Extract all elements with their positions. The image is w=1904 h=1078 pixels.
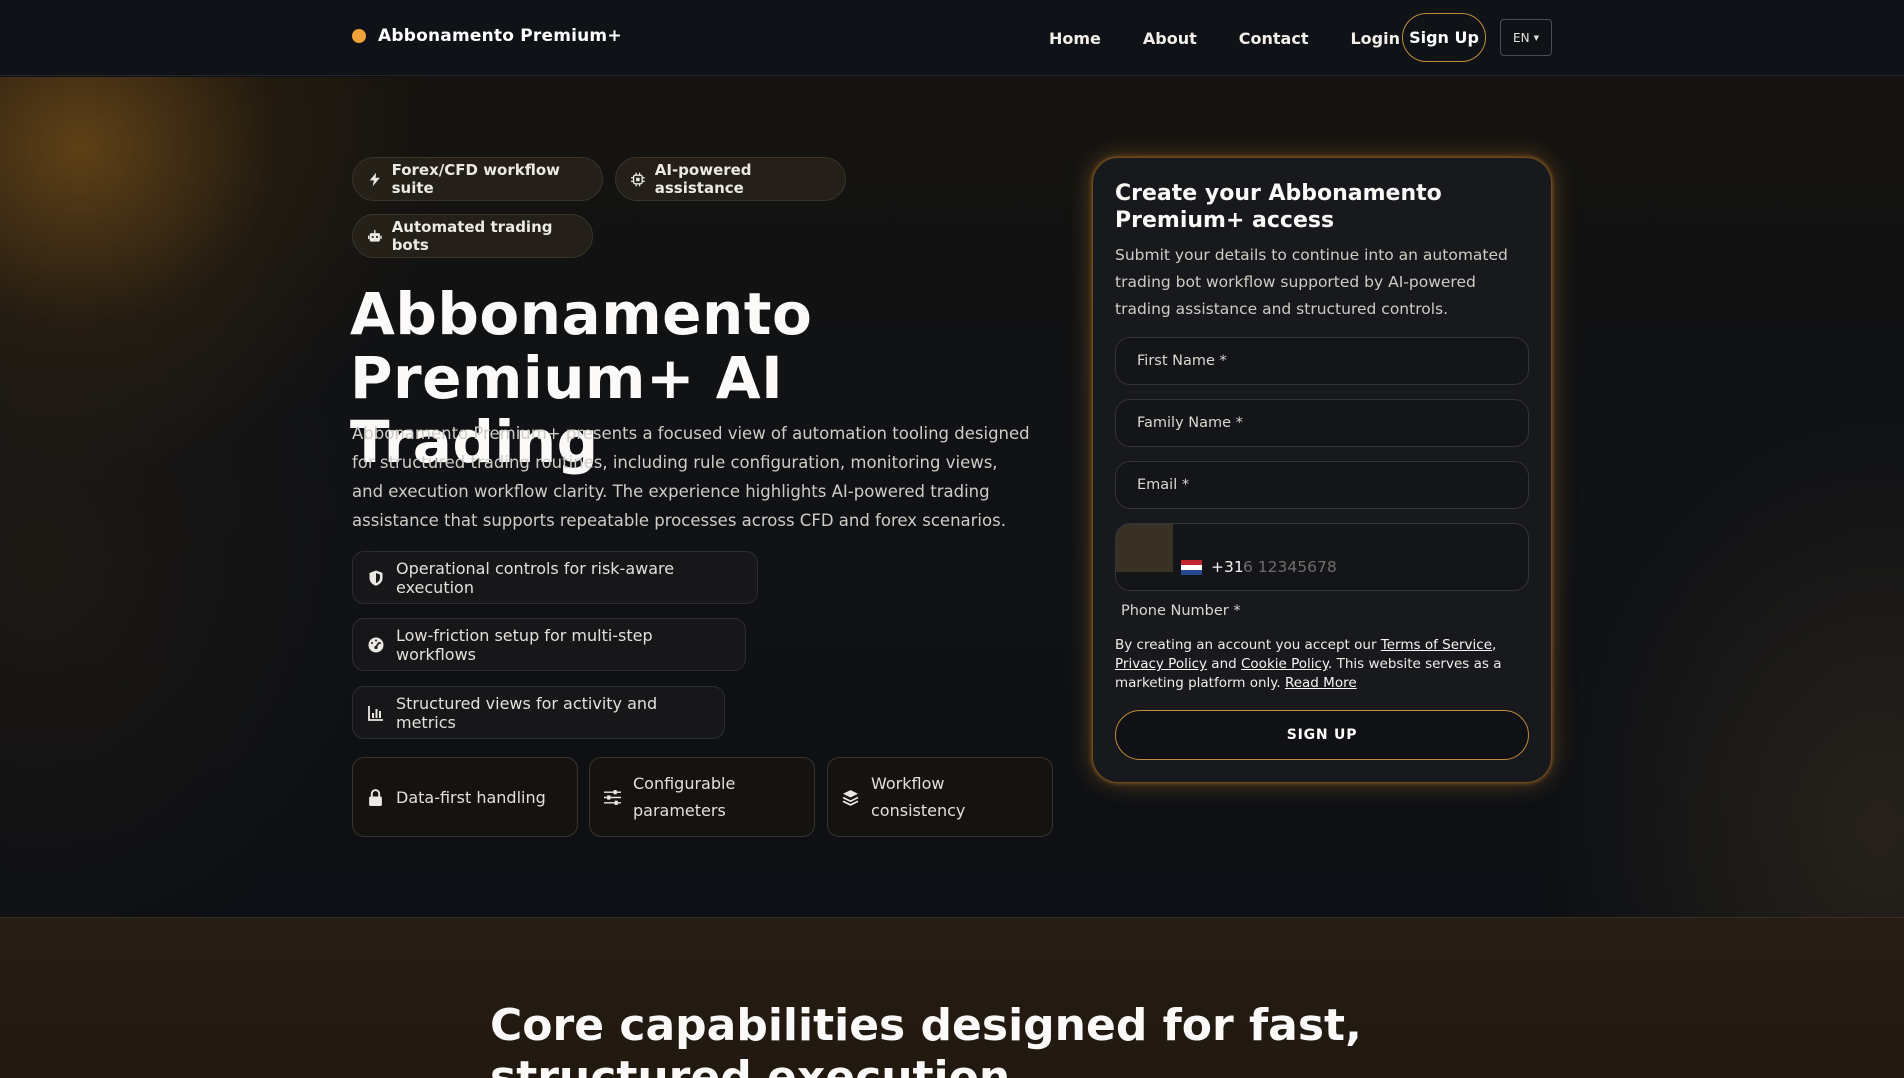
nav-link-about[interactable]: About <box>1143 29 1197 48</box>
family-name-label: Family Name * <box>1137 415 1243 431</box>
legal-prefix: By creating an account you accept our <box>1115 637 1381 653</box>
hero-description: Abbonamento Premium+ presents a focused … <box>352 424 1030 530</box>
legal-and: and <box>1207 656 1241 672</box>
chip-label: Forex/CFD workflow suite <box>391 161 561 197</box>
tile-configurable: Configurable parameters <box>589 757 815 837</box>
feature-label: Low-friction setup for multi-step workfl… <box>396 625 653 664</box>
tile-workflow: Workflow consistency <box>827 757 1053 837</box>
chip-bots: Automated trading bots <box>352 214 593 258</box>
capabilities-section: Core capabilities designed for fast, str… <box>0 917 1904 1078</box>
chip-ai: AI-powered assistance <box>615 157 846 201</box>
layers-icon <box>842 789 859 806</box>
legal-text: By creating an account you accept our Te… <box>1115 637 1502 691</box>
shield-icon <box>369 570 383 586</box>
phone-input[interactable]: 6 12345678 <box>1243 558 1337 576</box>
tile-data-first: Data-first handling <box>352 757 578 837</box>
brand-name: Abbonamento Premium+ <box>378 26 622 46</box>
brand[interactable]: Abbonamento Premium+ <box>352 26 622 46</box>
signup-form-card: Create your Abbonamento Premium+ access … <box>1092 157 1552 783</box>
netherlands-flag-icon <box>1181 560 1202 575</box>
sliders-icon <box>604 789 621 805</box>
tile-label: Data-first handling <box>396 787 546 807</box>
nav-links: Home About Contact Login <box>1049 0 1442 76</box>
tile-label: Workflow consistency <box>871 774 966 820</box>
feature-low-friction: Low-friction setup for multi-step workfl… <box>352 618 746 671</box>
phone-label: Phone Number * <box>1121 603 1241 619</box>
email-field[interactable]: Email * <box>1115 461 1529 509</box>
family-name-field[interactable]: Family Name * <box>1115 399 1529 447</box>
nav-link-login[interactable]: Login <box>1350 29 1400 48</box>
chip-label: AI-powered assistance <box>654 161 752 197</box>
lock-icon <box>369 788 382 806</box>
privacy-link[interactable]: Privacy Policy <box>1115 656 1207 672</box>
bar-chart-icon <box>368 705 383 721</box>
terms-link[interactable]: Terms of Service <box>1381 637 1492 653</box>
chip-label: Automated trading bots <box>391 218 553 254</box>
gauge-icon <box>368 637 384 652</box>
language-code: EN <box>1513 30 1530 45</box>
capabilities-title-line1: Core capabilities designed for fast, <box>490 1000 1362 1051</box>
lightning-icon <box>369 172 380 186</box>
country-selector[interactable] <box>1116 524 1173 572</box>
nav-link-home[interactable]: Home <box>1049 29 1101 48</box>
phone-country-code: +31 <box>1211 558 1244 576</box>
robot-icon <box>368 229 382 242</box>
signup-submit-button[interactable]: SIGN UP <box>1115 710 1529 760</box>
read-more-link[interactable]: Read More <box>1285 675 1357 691</box>
capabilities-title-line2: structured execution <box>490 1052 1011 1078</box>
email-label: Email * <box>1137 477 1190 493</box>
first-name-field[interactable]: First Name * <box>1115 337 1529 385</box>
chevron-down-icon: ▼ <box>1533 33 1539 42</box>
form-title: Create your Abbonamento Premium+ access <box>1115 181 1442 233</box>
tile-label: Configurable parameters <box>633 774 736 820</box>
phone-field[interactable]: +31 6 12345678 <box>1115 523 1529 591</box>
feature-label: Structured views for activity and metric… <box>396 693 658 732</box>
feature-label: Operational controls for risk-aware exec… <box>396 558 675 597</box>
hero-title-line1: Abbonamento <box>350 280 813 348</box>
nav-signup-button[interactable]: Sign Up <box>1402 13 1486 62</box>
feature-structured-views: Structured views for activity and metric… <box>352 686 725 739</box>
form-subtitle: Submit your details to continue into an … <box>1115 246 1508 318</box>
cookie-link[interactable]: Cookie Policy <box>1241 656 1328 672</box>
first-name-label: First Name * <box>1137 353 1227 369</box>
language-selector[interactable]: EN ▼ <box>1500 19 1552 56</box>
nav-link-contact[interactable]: Contact <box>1239 29 1309 48</box>
feature-operational-controls: Operational controls for risk-aware exec… <box>352 551 758 604</box>
top-nav: Abbonamento Premium+ Home About Contact … <box>0 0 1904 76</box>
brand-dot-icon <box>352 29 366 43</box>
chip-forex: Forex/CFD workflow suite <box>352 157 603 201</box>
chip-cpu-icon <box>631 172 645 186</box>
capabilities-title: Core capabilities designed for fast, str… <box>490 1000 1490 1078</box>
